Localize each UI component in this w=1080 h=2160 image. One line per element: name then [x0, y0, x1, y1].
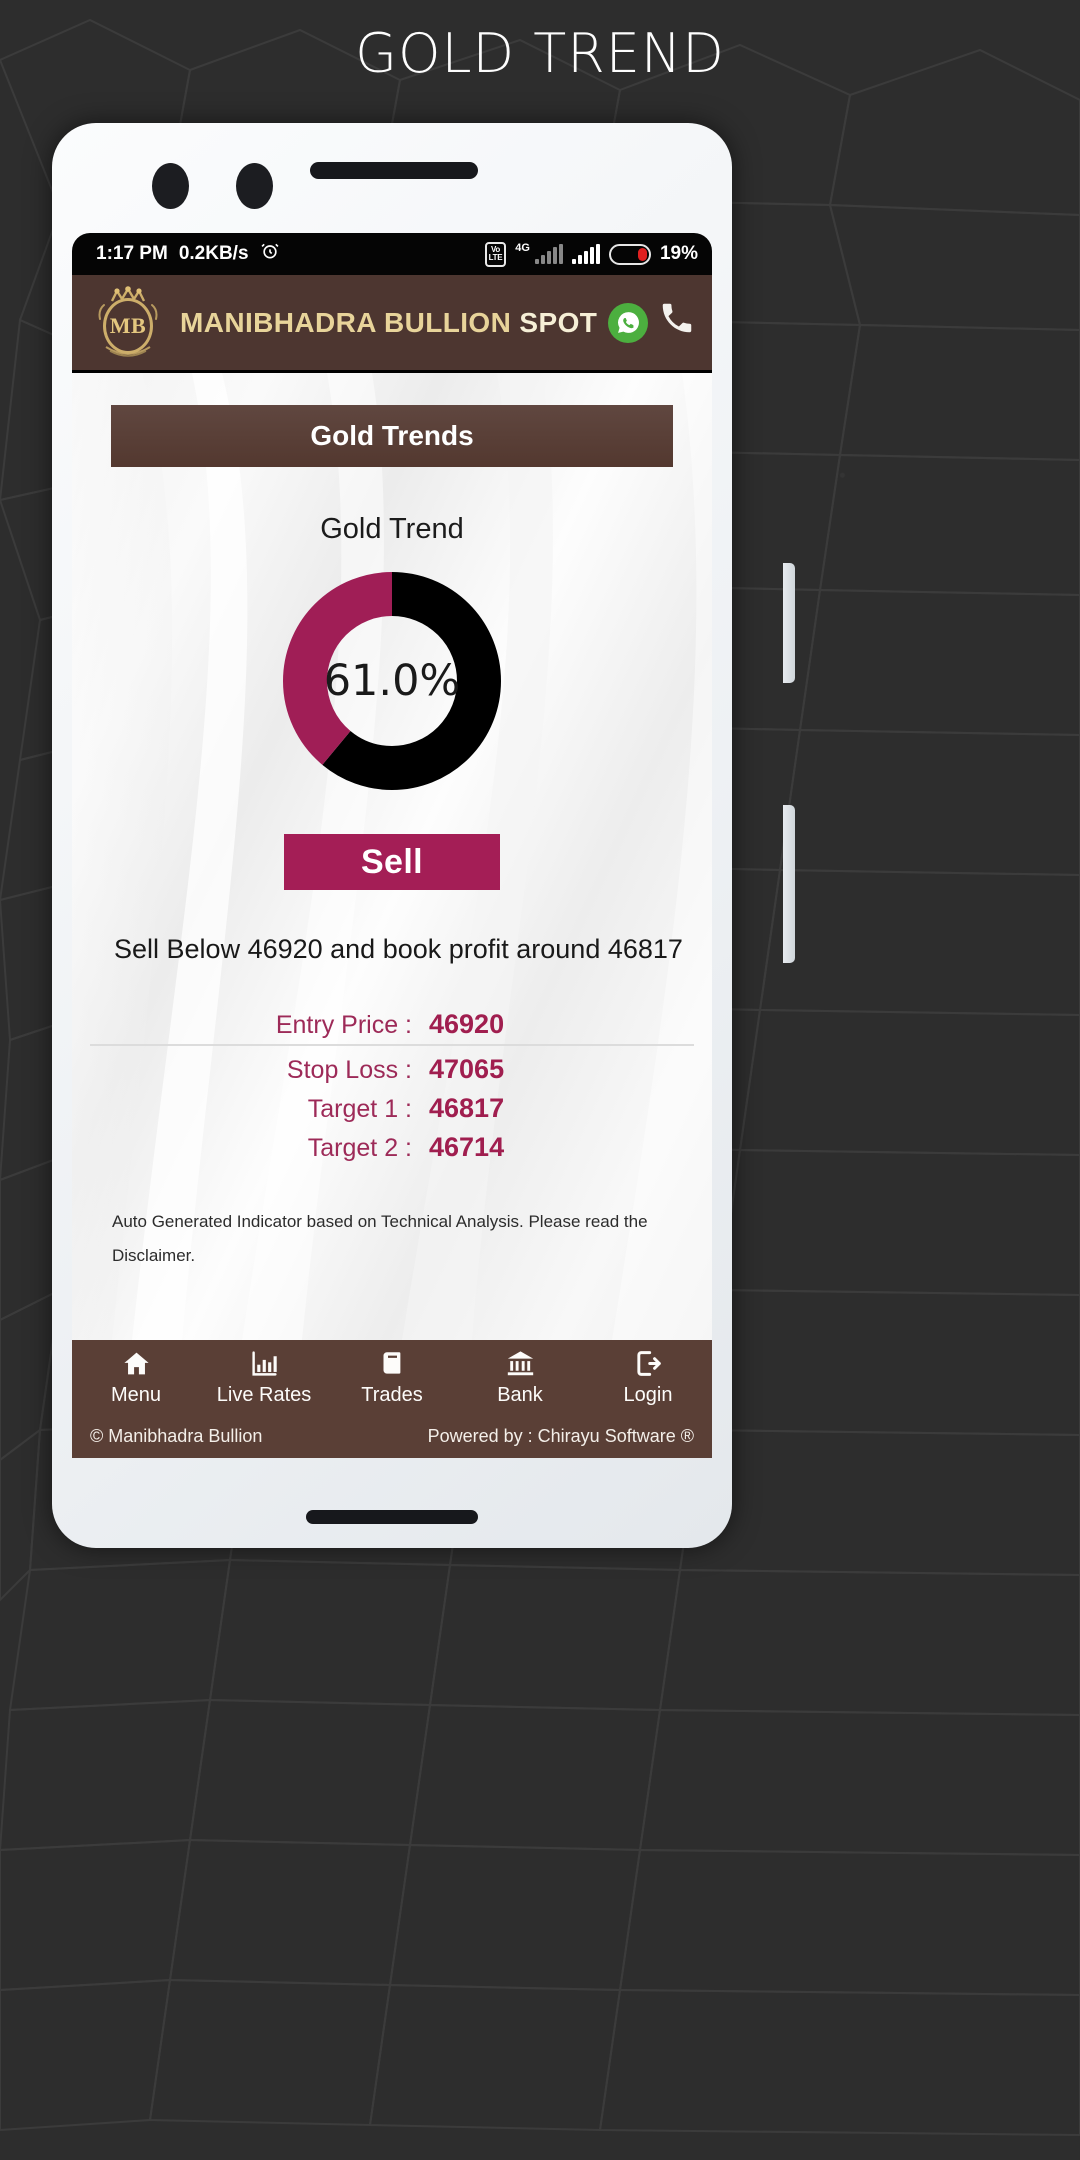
- nav-item-bank[interactable]: Bank: [456, 1348, 584, 1407]
- book-icon: [379, 1348, 406, 1380]
- bank-icon: [505, 1348, 536, 1380]
- status-bar: 1:17 PM 0.2KB/s Vo LTE 4G 19%: [72, 233, 712, 275]
- nav-label: Login: [623, 1383, 673, 1406]
- table-row: Stop Loss : 47065: [90, 1044, 694, 1089]
- front-camera-icon: [152, 163, 189, 209]
- status-bar-left: 1:17 PM 0.2KB/s: [96, 241, 280, 267]
- row-value: 46817: [429, 1093, 505, 1124]
- phone-screen: 1:17 PM 0.2KB/s Vo LTE 4G 19% MB MANIBHA…: [72, 233, 712, 1458]
- donut-center-label: 61.0%: [323, 656, 461, 706]
- logo-monogram-text: MB: [109, 312, 147, 338]
- nav-label: Trades: [361, 1383, 423, 1406]
- row-label: Target 2 :: [307, 1134, 412, 1163]
- table-row: Target 2 : 46714: [90, 1128, 694, 1167]
- alarm-clock-icon: [260, 241, 280, 267]
- power-button[interactable]: [783, 805, 795, 963]
- trade-levels-table: Entry Price : 46920 Stop Loss : 47065 Ta…: [90, 1005, 694, 1167]
- advice-text: Sell Below 46920 and book profit around …: [114, 934, 683, 964]
- signal-strength-sim2-icon: [571, 244, 600, 264]
- phone-mockup: 1:17 PM 0.2KB/s Vo LTE 4G 19% MB MANIBHA…: [52, 123, 795, 1548]
- section-title-bar: Gold Trends: [111, 405, 673, 467]
- signal-strength-sim1-icon: [534, 244, 563, 264]
- battery-percent-label: 19%: [659, 243, 698, 264]
- brand-title: MANIBHADRA BULLION SPOT: [180, 307, 597, 339]
- nav-label: Menu: [110, 1383, 162, 1406]
- row-label: Target 1 :: [307, 1095, 412, 1124]
- footer-powered-by: Powered by : Chirayu Software ®: [427, 1425, 694, 1446]
- nav-label: Bank: [497, 1383, 543, 1406]
- volume-button[interactable]: [783, 563, 795, 683]
- earpiece-speaker: [310, 162, 478, 179]
- brand-title-accent: SPOT: [519, 306, 598, 338]
- battery-icon: [608, 243, 651, 265]
- row-label: Stop Loss :: [286, 1056, 412, 1085]
- phone-call-icon[interactable]: [658, 299, 696, 347]
- bar-chart-icon: [250, 1348, 279, 1380]
- bottom-navigation: Menu Live Rates Trades Bank Login: [72, 1340, 712, 1414]
- page-title: GOLD TREND: [355, 22, 725, 85]
- brand-logo-icon: MB: [86, 281, 170, 365]
- home-icon: [121, 1348, 152, 1380]
- volte-icon: Vo LTE: [484, 241, 507, 267]
- nav-label: Live Rates: [216, 1383, 312, 1406]
- status-time: 1:17 PM: [96, 243, 168, 264]
- nav-item-login[interactable]: Login: [584, 1348, 712, 1407]
- nav-item-trades[interactable]: Trades: [328, 1348, 456, 1407]
- gold-trend-donut-chart: 61.0%: [90, 572, 694, 790]
- app-footer: © Manibhadra Bullion Powered by : Chiray…: [72, 1414, 712, 1458]
- row-label: Entry Price :: [275, 1011, 412, 1040]
- chart-title: Gold Trend: [320, 513, 464, 545]
- status-bar-right: Vo LTE 4G 19%: [484, 241, 698, 267]
- whatsapp-icon[interactable]: [608, 302, 648, 343]
- main-content: Gold Trends Gold Trend 61.0% Sell Sell B…: [72, 373, 712, 1340]
- table-row: Target 1 : 46817: [90, 1089, 694, 1128]
- row-value: 46920: [429, 1009, 505, 1040]
- network-type-label: 4G: [515, 242, 530, 254]
- footer-copyright: © Manibhadra Bullion: [90, 1425, 263, 1446]
- row-value: 46714: [429, 1132, 505, 1163]
- logout-icon: [634, 1348, 663, 1380]
- home-indicator-bar: [306, 1510, 478, 1524]
- logo-monogram-ring: MB: [103, 297, 153, 354]
- sensor-icon: [236, 163, 273, 209]
- brand-title-primary: MANIBHADRA BULLION: [180, 306, 520, 338]
- signal-badge-sell[interactable]: Sell: [284, 834, 500, 890]
- table-row: Entry Price : 46920: [90, 1005, 694, 1044]
- status-data-speed: 0.2KB/s: [178, 243, 249, 264]
- nav-item-menu[interactable]: Menu: [72, 1348, 200, 1407]
- nav-item-live-rates[interactable]: Live Rates: [200, 1348, 328, 1407]
- row-value: 47065: [429, 1054, 505, 1085]
- app-header: MB MANIBHADRA BULLION SPOT: [72, 275, 712, 373]
- disclaimer-text: Auto Generated Indicator based on Techni…: [112, 1212, 648, 1266]
